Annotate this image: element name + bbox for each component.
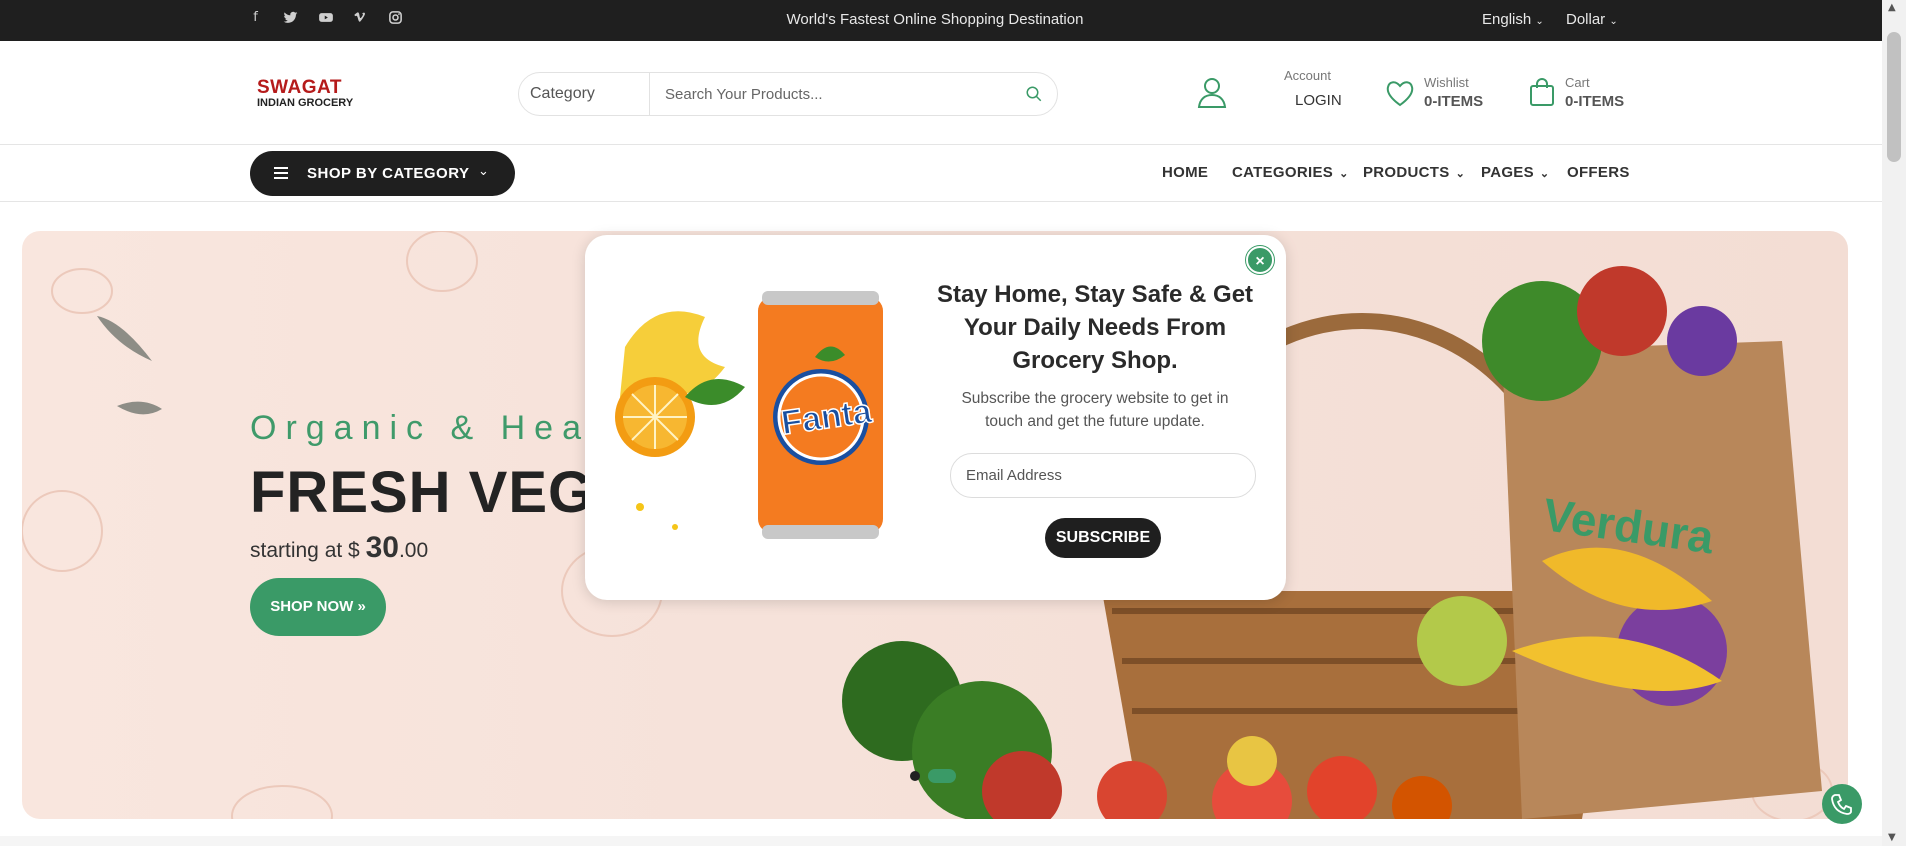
wishlist-label: Wishlist <box>1424 75 1469 90</box>
shop-by-category-button[interactable]: SHOP BY CATEGORY ⌄ <box>250 151 515 196</box>
nav-offers[interactable]: OFFERS <box>1567 164 1630 181</box>
account-label: Account <box>1284 68 1331 83</box>
menu-icon <box>274 167 288 179</box>
login-link[interactable]: LOGIN <box>1295 92 1342 109</box>
nav-label: HOME <box>1162 164 1209 181</box>
email-placeholder: Email Address <box>966 467 1062 484</box>
logo-subtext: INDIAN GROCERY <box>257 97 354 109</box>
vertical-scrollbar[interactable]: ▲ ▼ <box>1882 0 1906 846</box>
page-bottom-strip <box>0 836 1882 846</box>
price-prefix: starting at $ <box>250 539 360 562</box>
logo-text: SWAGAT <box>257 77 342 98</box>
fanta-can-image: Fanta <box>615 291 883 539</box>
nav-products[interactable]: PRODUCTS ⌄ <box>1363 164 1465 181</box>
shop-by-category-label: SHOP BY CATEGORY <box>307 165 470 182</box>
chevron-down-icon: ⌄ <box>1535 16 1544 27</box>
chevron-down-icon: ⌄ <box>1339 168 1349 180</box>
search-bar: Category Search Your Products... <box>518 72 1058 116</box>
popup-description: Subscribe the grocery website to get in … <box>961 390 1229 430</box>
currency-value: Dollar <box>1566 11 1606 28</box>
search-input[interactable]: Search Your Products... <box>665 86 823 103</box>
nav-label: OFFERS <box>1567 164 1630 181</box>
user-icon[interactable] <box>1196 75 1228 109</box>
popup-heading: Stay Home, Stay Safe & Get Your Daily Ne… <box>936 281 1254 374</box>
wishlist-count[interactable]: 0-ITEMS <box>1424 93 1483 110</box>
slider-dot-active[interactable] <box>928 769 956 783</box>
double-chevron-right-icon: » <box>357 598 366 615</box>
email-field[interactable]: Email Address <box>950 453 1256 498</box>
language-select[interactable]: English ⌄ <box>1482 11 1544 28</box>
price-whole: 30 <box>365 531 399 564</box>
scrollbar-thumb[interactable] <box>1887 32 1901 162</box>
phone-icon <box>1831 794 1852 815</box>
search-icon[interactable] <box>1025 85 1043 103</box>
nav-pages[interactable]: PAGES ⌄ <box>1481 164 1549 181</box>
search-category-select[interactable]: Category <box>530 85 595 103</box>
nav-home[interactable]: HOME <box>1162 164 1208 181</box>
slider-dot[interactable] <box>910 771 920 781</box>
phone-call-button[interactable] <box>1822 784 1862 824</box>
cart-count[interactable]: 0-ITEMS <box>1565 93 1624 110</box>
hero-price: starting at $ 30.00 <box>250 531 428 565</box>
search-divider <box>649 73 650 115</box>
scroll-up-arrow-icon[interactable]: ▲ <box>1888 2 1896 13</box>
subscribe-button[interactable]: SUBSCRIBE <box>1045 518 1161 558</box>
shop-now-button[interactable]: SHOP NOW » <box>250 578 386 636</box>
currency-select[interactable]: Dollar ⌄ <box>1566 11 1618 28</box>
site-header: SWAGAT INDIAN GROCERY Category Search Yo… <box>0 41 1882 145</box>
shopping-bag-icon[interactable] <box>1529 77 1555 107</box>
shop-now-label: SHOP NOW <box>270 598 354 615</box>
nav-categories[interactable]: CATEGORIES ⌄ <box>1232 164 1349 181</box>
chevron-down-icon: ⌄ <box>478 163 489 178</box>
newsletter-popup: × Fanta Stay Home, Stay Safe & Get Your … <box>585 235 1286 600</box>
chevron-down-icon: ⌄ <box>1609 16 1618 27</box>
top-bar: f World's Fastest Online Shopping Destin… <box>0 0 1882 41</box>
scroll-down-arrow-icon[interactable]: ▼ <box>1888 832 1896 843</box>
nav-label: PRODUCTS <box>1363 164 1450 181</box>
chevron-down-icon: ⌄ <box>1539 168 1550 180</box>
page: f World's Fastest Online Shopping Destin… <box>0 0 1882 846</box>
hero-subtitle: Organic & Hea <box>250 409 590 447</box>
nav-label: PAGES <box>1481 164 1534 181</box>
price-cents: .00 <box>398 539 429 562</box>
site-logo[interactable]: SWAGAT INDIAN GROCERY <box>257 77 375 109</box>
cart-label: Cart <box>1565 75 1590 90</box>
heart-icon[interactable] <box>1385 79 1415 107</box>
close-icon[interactable]: × <box>1246 246 1274 274</box>
chevron-down-icon: ⌄ <box>1455 168 1466 180</box>
language-value: English <box>1482 11 1532 28</box>
nav-label: CATEGORIES <box>1232 164 1334 181</box>
main-nav: SHOP BY CATEGORY ⌄ HOME CATEGORIES ⌄ PROD… <box>0 145 1882 202</box>
